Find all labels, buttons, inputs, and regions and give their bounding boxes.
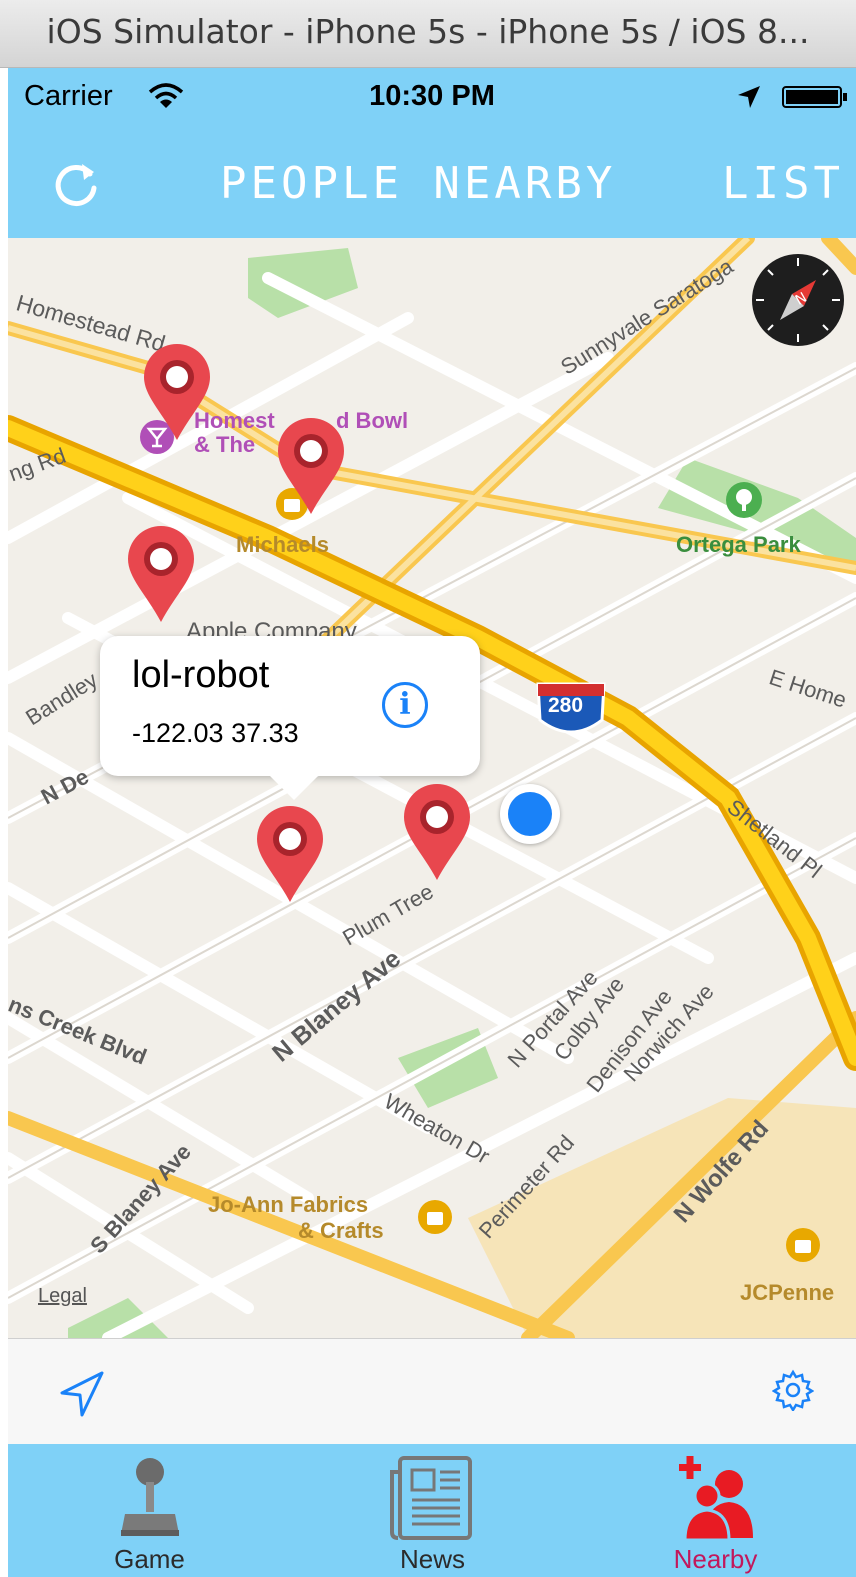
map-pin-selected[interactable] — [255, 804, 325, 904]
park-poi-icon — [726, 482, 762, 518]
map-view[interactable]: Homestead Rd ng Rd Sunnyvale Saratoga E … — [8, 238, 856, 1338]
window-title: iOS Simulator - iPhone 5s - iPhone 5s / … — [46, 12, 810, 51]
poi-jcpenney: JCPenne — [740, 1280, 835, 1305]
shopping-poi-icon — [786, 1228, 820, 1262]
tab-game-label: Game — [114, 1544, 185, 1574]
legal-link[interactable]: Legal — [38, 1285, 87, 1308]
page-title: PEOPLE NEARBY — [220, 158, 617, 209]
people-add-icon — [678, 1456, 753, 1542]
locate-me-button[interactable] — [56, 1369, 106, 1419]
annotation-callout[interactable]: lol-robot -122.03 37.33 i — [100, 636, 480, 800]
tab-nearby[interactable]: Nearby — [574, 1444, 856, 1577]
refresh-icon — [55, 164, 97, 206]
tab-game[interactable]: Game — [8, 1444, 291, 1577]
poi-michaels: Michaels — [236, 532, 329, 557]
clock: 10:30 PM — [369, 80, 495, 112]
status-bar: Carrier 10:30 PM — [8, 68, 856, 128]
gear-icon — [772, 1369, 814, 1411]
poi-joann-crafts: & Crafts — [298, 1218, 384, 1243]
simulator-titlebar: iOS Simulator - iPhone 5s - iPhone 5s / … — [0, 0, 856, 68]
map-toolbar — [8, 1338, 856, 1445]
tab-nearby-label: Nearby — [673, 1544, 758, 1574]
phone-screen: Carrier 10:30 PM PEOPLE NEARBY LIST Home… — [8, 68, 856, 1577]
highway-280-label: 280 — [548, 694, 584, 717]
callout-coordinates: -122.03 37.33 — [132, 718, 299, 748]
tab-news[interactable]: News — [291, 1444, 574, 1577]
location-services-icon — [738, 86, 760, 108]
settings-button[interactable] — [772, 1369, 814, 1411]
battery-icon — [782, 86, 847, 108]
info-button[interactable]: i — [382, 682, 428, 728]
map-pin[interactable] — [142, 342, 212, 442]
location-arrow-icon — [60, 1371, 104, 1417]
joystick-icon — [120, 1458, 179, 1536]
user-location-dot[interactable] — [500, 784, 560, 844]
map-pin[interactable] — [402, 782, 472, 882]
navigation-bar: PEOPLE NEARBY LIST — [8, 128, 856, 238]
info-icon: i — [399, 687, 411, 722]
tab-bar: Game News Nearby — [8, 1444, 856, 1577]
callout-title: lol-robot — [132, 654, 270, 696]
poi-joann-fabrics: Jo-Ann Fabrics — [208, 1192, 369, 1217]
list-button[interactable]: LIST — [722, 158, 844, 209]
compass-icon[interactable]: N — [750, 252, 846, 348]
map-pin[interactable] — [126, 524, 196, 624]
tab-news-label: News — [399, 1544, 465, 1574]
poi-homestead-bowl-2: d Bowl — [336, 408, 409, 433]
map-pin[interactable] — [276, 416, 346, 516]
shopping-poi-icon — [418, 1200, 452, 1234]
newspaper-icon — [389, 1456, 472, 1540]
refresh-button[interactable] — [46, 154, 106, 214]
poi-ortega-park: Ortega Park — [676, 532, 801, 557]
